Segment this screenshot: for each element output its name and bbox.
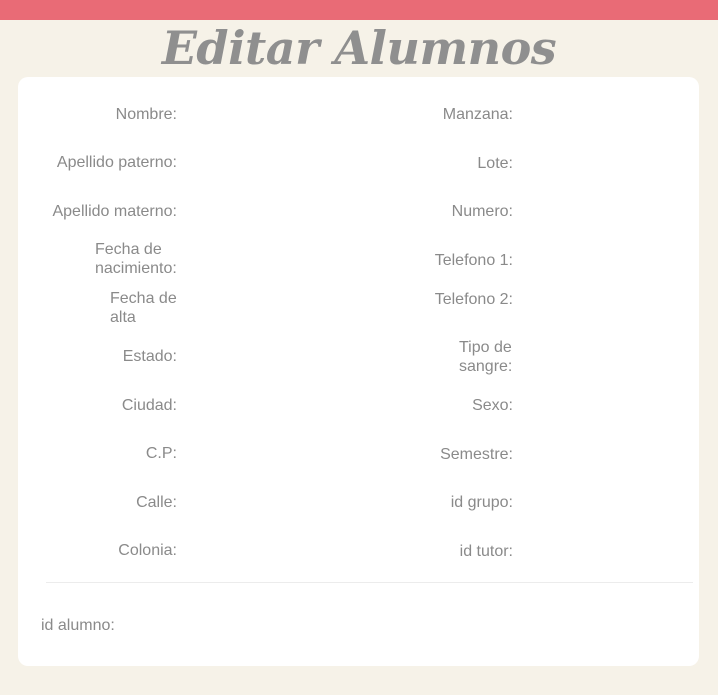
numero-input[interactable] [520, 200, 694, 224]
nombre-input[interactable] [183, 103, 347, 127]
estado-label: Estado: [122, 348, 177, 365]
manzana-label: Manzana: [442, 106, 513, 123]
fecha-alta-input[interactable] [183, 297, 347, 321]
fecha-nacimiento-input[interactable] [183, 249, 347, 273]
telefono-2-input[interactable] [520, 288, 694, 312]
id-grupo-label: id grupo: [450, 494, 513, 511]
id-tutor-label: id tutor: [459, 543, 513, 560]
edit-student-form: Nombre: Apellido paterno: Apellido mater… [18, 77, 699, 666]
nombre-label: Nombre: [115, 106, 177, 123]
id-alumno-label: id alumno: [41, 617, 115, 634]
telefono-2-label: Telefono 2: [434, 291, 513, 308]
form-divider [46, 582, 693, 583]
numero-label: Numero: [451, 203, 513, 220]
apellido-paterno-input[interactable] [183, 151, 347, 175]
id-grupo-input[interactable] [520, 491, 694, 515]
ciudad-input[interactable] [183, 394, 347, 418]
cp-input[interactable] [183, 442, 347, 466]
calle-label: Calle: [136, 494, 177, 511]
colonia-label: Colonia: [118, 542, 177, 559]
apellido-materno-label: Apellido materno: [52, 203, 177, 220]
apellido-paterno-label: Apellido paterno: [56, 154, 177, 171]
sexo-label: Sexo: [472, 397, 513, 414]
fecha-nacimiento-label: Fecha de nacimiento: [95, 241, 177, 277]
semestre-input[interactable] [520, 443, 694, 467]
apellido-materno-input[interactable] [183, 200, 347, 224]
page-title: Editar Alumnos [161, 21, 557, 75]
tipo-sangre-label: Tipo de sangre: [459, 339, 513, 375]
telefono-1-label: Telefono 1: [434, 252, 513, 269]
cp-label: C.P: [145, 445, 177, 462]
top-accent-bar [0, 0, 718, 20]
lote-label: Lote: [477, 155, 513, 172]
manzana-input[interactable] [520, 103, 694, 127]
id-alumno-input[interactable] [123, 614, 327, 638]
id-tutor-input[interactable] [520, 540, 694, 564]
ciudad-label: Ciudad: [121, 397, 177, 414]
tipo-sangre-input[interactable] [520, 345, 694, 369]
sexo-input[interactable] [520, 394, 694, 418]
semestre-label: Semestre: [440, 446, 513, 463]
lote-input[interactable] [520, 152, 694, 176]
calle-input[interactable] [183, 491, 347, 515]
fecha-alta-label: Fecha de alta [110, 290, 177, 326]
estado-input[interactable] [183, 345, 347, 369]
colonia-input[interactable] [183, 539, 347, 563]
telefono-1-input[interactable] [520, 249, 694, 273]
